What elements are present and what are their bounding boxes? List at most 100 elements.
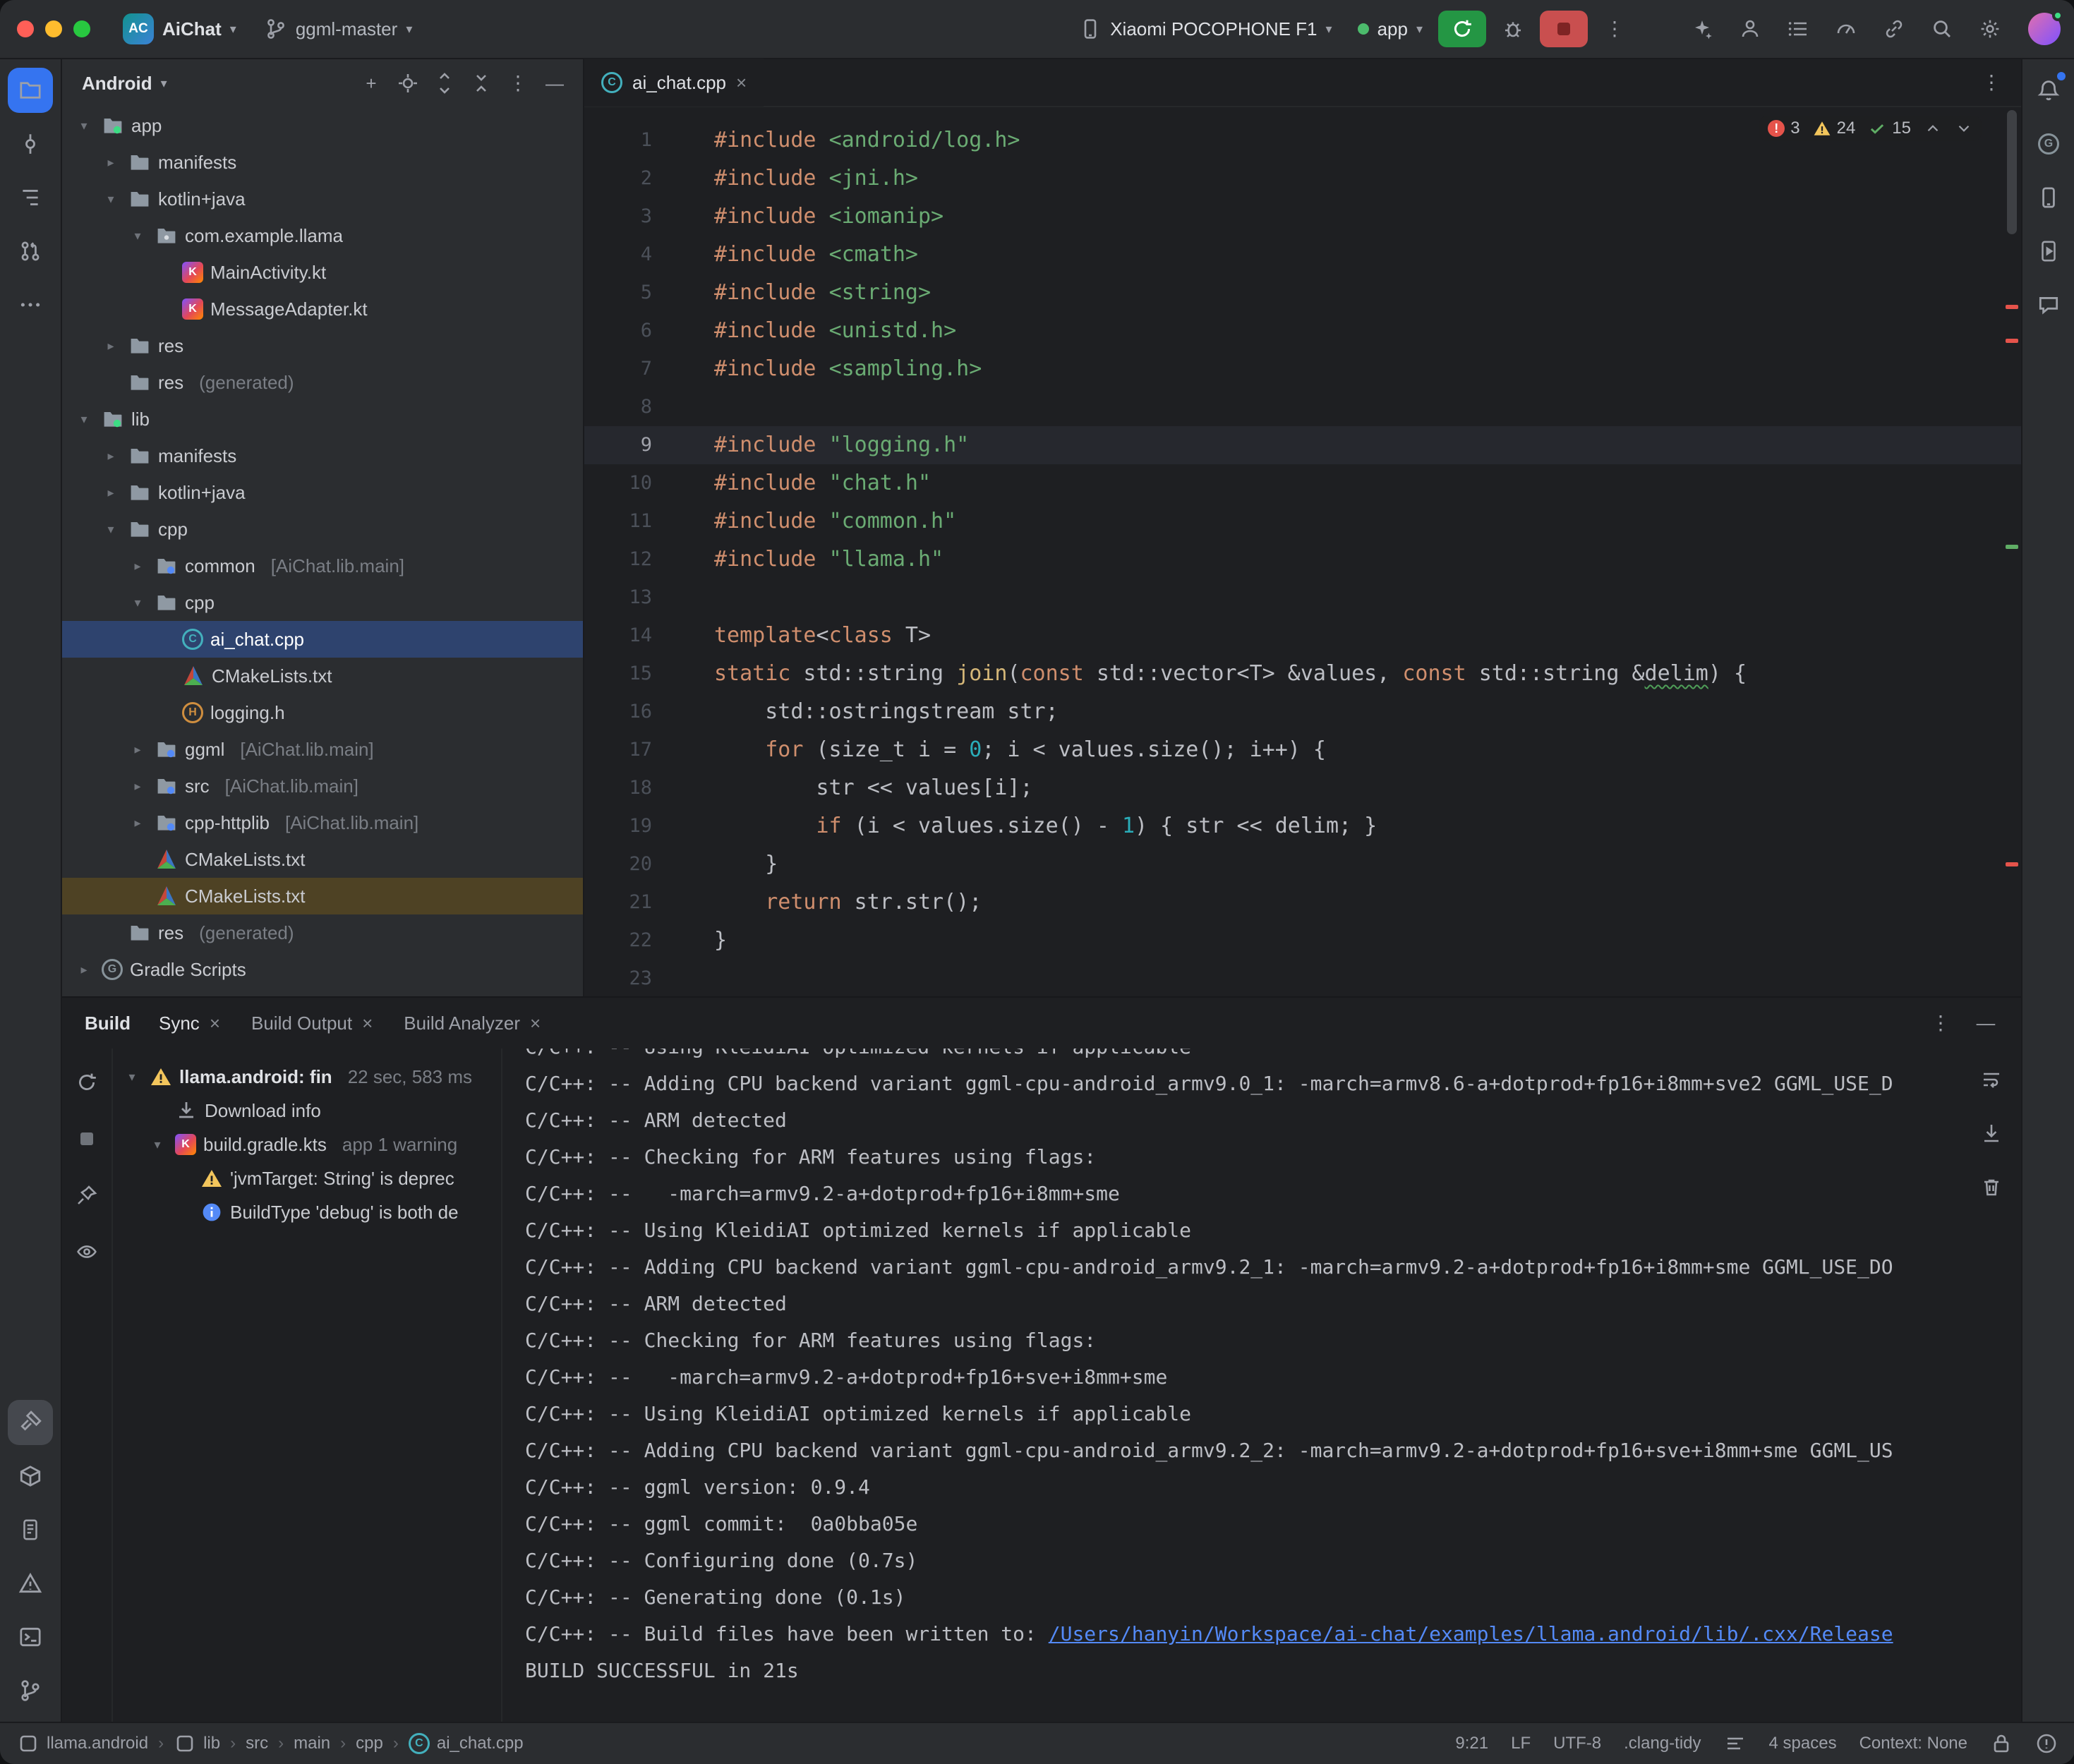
user-avatar[interactable]: [2028, 13, 2061, 45]
code-line-17[interactable]: 17 for (size_t i = 0; i < values.size();…: [584, 731, 2021, 769]
tree-item-kotlin-java[interactable]: ▾kotlin+java: [62, 181, 583, 217]
resource-manager-tool-button[interactable]: [8, 1454, 53, 1499]
tree-item-gradle-scripts[interactable]: ▸GGradle Scripts: [62, 951, 583, 988]
warnings-indicator[interactable]: 24: [1813, 119, 1856, 138]
view-options-button[interactable]: [66, 1232, 108, 1271]
project-tool-button[interactable]: [8, 68, 53, 113]
panel-options-button[interactable]: ⋮: [501, 66, 535, 100]
chevron-down-icon[interactable]: ▾: [73, 412, 95, 427]
formatter-widget[interactable]: [1724, 1732, 1747, 1755]
tree-item-res[interactable]: res(generated): [62, 364, 583, 401]
breadcrumb-item-lib[interactable]: lib: [174, 1732, 220, 1755]
tree-item-res[interactable]: res(generated): [62, 914, 583, 951]
stop-build-button[interactable]: [66, 1119, 108, 1159]
indent-style[interactable]: 4 spaces: [1769, 1734, 1837, 1753]
context-widget[interactable]: Context: None: [1859, 1734, 1967, 1753]
breadcrumb-item-ai-chat-cpp[interactable]: Cai_chat.cpp: [409, 1733, 524, 1754]
build-tree-item-download-info[interactable]: Download info: [113, 1094, 501, 1128]
chevron-right-icon[interactable]: ▸: [127, 779, 148, 794]
tree-item-res[interactable]: ▸res: [62, 327, 583, 364]
logcat-tool-button[interactable]: [8, 1507, 53, 1552]
build-tree-item-buildtype-debug-is-both-de[interactable]: BuildType 'debug' is both de: [113, 1195, 501, 1229]
todo-list-button[interactable]: [1777, 9, 1819, 49]
build-tree-item-build-gradle-kts[interactable]: ▾Kbuild.gradle.ktsapp 1 warning: [113, 1128, 501, 1161]
chevron-down-icon[interactable]: ▾: [127, 229, 148, 243]
error-stripe-mark[interactable]: [2006, 545, 2018, 549]
build-panel-title[interactable]: Build: [85, 1013, 131, 1034]
code-line-12[interactable]: 12#include "llama.h": [584, 540, 2021, 579]
device-explorer-tool-button[interactable]: [2026, 175, 2071, 220]
tree-item-cpp-httplib[interactable]: ▸cpp-httplib[AiChat.lib.main]: [62, 804, 583, 841]
build-tab-build-output[interactable]: Build Output×: [251, 1013, 373, 1034]
tree-item-common[interactable]: ▸common[AiChat.lib.main]: [62, 548, 583, 584]
notifications-tool-button[interactable]: [2026, 68, 2071, 113]
breadcrumb-item-src[interactable]: src: [246, 1734, 268, 1753]
chevron-right-icon[interactable]: ▸: [100, 449, 121, 464]
structure-tool-button[interactable]: [8, 175, 53, 220]
clear-all-button[interactable]: [1970, 1167, 2013, 1207]
running-devices-tool-button[interactable]: [2026, 229, 2071, 274]
chevron-down-icon[interactable]: ▾: [147, 1137, 168, 1152]
ai-assistant-button[interactable]: [1681, 9, 1723, 49]
tree-item-cpp[interactable]: ▾cpp: [62, 584, 583, 621]
hide-panel-button[interactable]: —: [538, 66, 572, 100]
stop-button[interactable]: [1540, 11, 1588, 47]
tree-item-cmakelists-txt[interactable]: CMakeLists.txt: [62, 878, 583, 914]
tree-item-messageadapter-kt[interactable]: KMessageAdapter.kt: [62, 291, 583, 327]
code-line-5[interactable]: 5#include <string>: [584, 274, 2021, 312]
code-line-14[interactable]: 14template<class T>: [584, 617, 2021, 655]
tree-item-mainactivity-kt[interactable]: KMainActivity.kt: [62, 254, 583, 291]
close-tab-icon[interactable]: ×: [362, 1014, 373, 1032]
hide-build-panel-button[interactable]: —: [1965, 1003, 2007, 1043]
code-line-2[interactable]: 2#include <jni.h>: [584, 159, 2021, 198]
tree-item-manifests[interactable]: ▸manifests: [62, 144, 583, 181]
share-button[interactable]: [1873, 9, 1915, 49]
caret-position[interactable]: 9:21: [1455, 1734, 1488, 1753]
tree-item-com-example-llama[interactable]: ▾com.example.llama: [62, 217, 583, 254]
editor-tab-ai-chat-cpp[interactable]: C ai_chat.cpp ×: [584, 59, 764, 107]
run-configuration-button[interactable]: app ▾: [1348, 13, 1433, 46]
close-tab-icon[interactable]: ×: [530, 1014, 541, 1032]
error-stripe-mark[interactable]: [2006, 305, 2018, 309]
breadcrumb-item-llama-android[interactable]: llama.android: [17, 1732, 148, 1755]
chevron-right-icon[interactable]: ▸: [100, 339, 121, 354]
code-editor[interactable]: 1#include <android/log.h>2#include <jni.…: [584, 107, 2021, 996]
tree-item-lib[interactable]: ▾lib: [62, 401, 583, 437]
code-line-8[interactable]: 8: [584, 388, 2021, 426]
chevron-right-icon[interactable]: ▸: [127, 816, 148, 830]
code-line-21[interactable]: 21 return str.str();: [584, 883, 2021, 922]
profiler-button[interactable]: [1825, 9, 1867, 49]
rerun-button[interactable]: [1438, 11, 1486, 47]
line-separator[interactable]: LF: [1511, 1734, 1531, 1753]
more-tools-tool-button[interactable]: [8, 282, 53, 327]
vcs-branch-button[interactable]: ggml-master ▾: [255, 12, 423, 46]
close-tab-icon[interactable]: ×: [210, 1014, 220, 1032]
debug-button[interactable]: [1492, 9, 1534, 49]
code-line-13[interactable]: 13: [584, 579, 2021, 617]
code-style-config[interactable]: .clang-tidy: [1624, 1734, 1701, 1753]
sync-button[interactable]: [66, 1063, 108, 1102]
chevron-down-icon[interactable]: ▾: [100, 522, 121, 537]
tree-item-ai-chat-cpp[interactable]: Cai_chat.cpp: [62, 621, 583, 658]
build-tool-button[interactable]: [8, 1400, 53, 1445]
tree-item-kotlin-java[interactable]: ▸kotlin+java: [62, 474, 583, 511]
error-stripe[interactable]: [2001, 107, 2021, 996]
build-tab-sync[interactable]: Sync×: [159, 1013, 220, 1034]
code-line-16[interactable]: 16 std::ostringstream str;: [584, 693, 2021, 731]
errors-indicator[interactable]: !3: [1768, 119, 1799, 138]
tree-item-manifests[interactable]: ▸manifests: [62, 437, 583, 474]
more-run-actions-button[interactable]: ⋮: [1593, 9, 1636, 49]
tree-item-src[interactable]: ▸src[AiChat.lib.main]: [62, 768, 583, 804]
code-line-7[interactable]: 7#include <sampling.h>: [584, 350, 2021, 388]
pull-requests-tool-button[interactable]: [8, 229, 53, 274]
code-line-22[interactable]: 22}: [584, 922, 2021, 960]
version-control-tool-button[interactable]: [8, 1668, 53, 1713]
code-line-19[interactable]: 19 if (i < values.size() - 1) { str << d…: [584, 807, 2021, 845]
chevron-down-icon[interactable]: ▾: [127, 596, 148, 610]
problems-tool-button[interactable]: [8, 1561, 53, 1606]
code-line-18[interactable]: 18 str << values[i];: [584, 769, 2021, 807]
next-issue-button[interactable]: [1955, 119, 1973, 138]
device-selector-button[interactable]: Xiaomi POCOPHONE F1 ▾: [1069, 12, 1342, 46]
commit-tool-button[interactable]: [8, 121, 53, 167]
chevron-right-icon[interactable]: ▸: [127, 742, 148, 757]
